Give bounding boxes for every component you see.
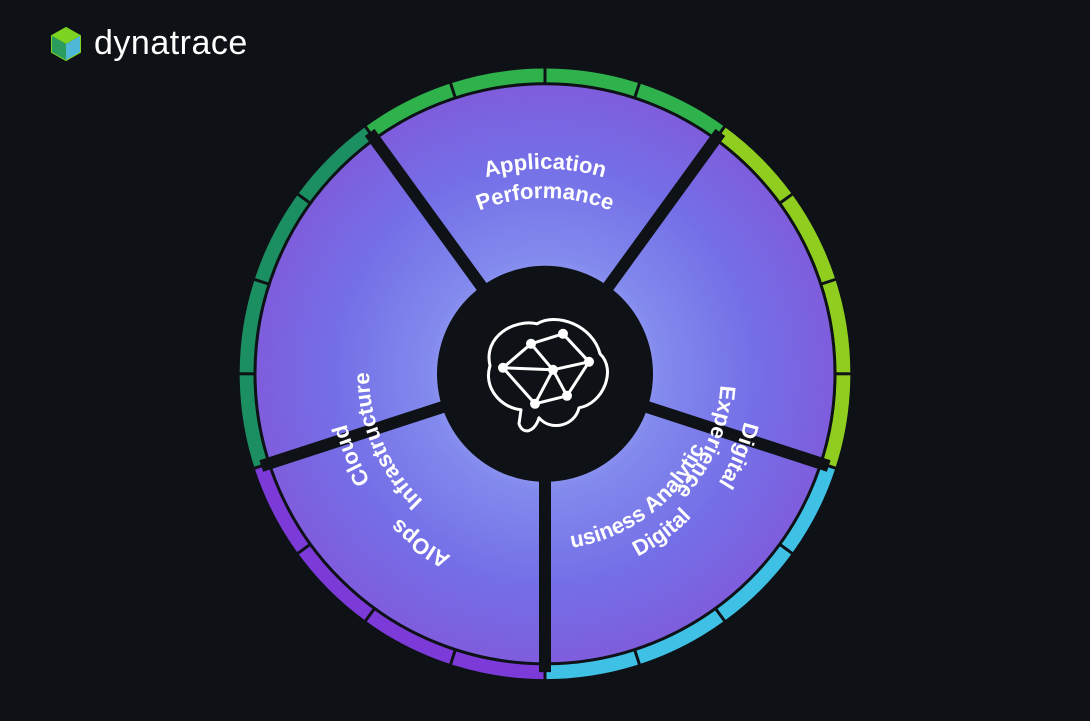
- center-hub: [437, 265, 653, 481]
- brand-logo: dynatrace: [48, 24, 248, 63]
- brand-cube-icon: [48, 26, 84, 62]
- capability-wheel: Application Performance Digital Experien…: [225, 53, 865, 693]
